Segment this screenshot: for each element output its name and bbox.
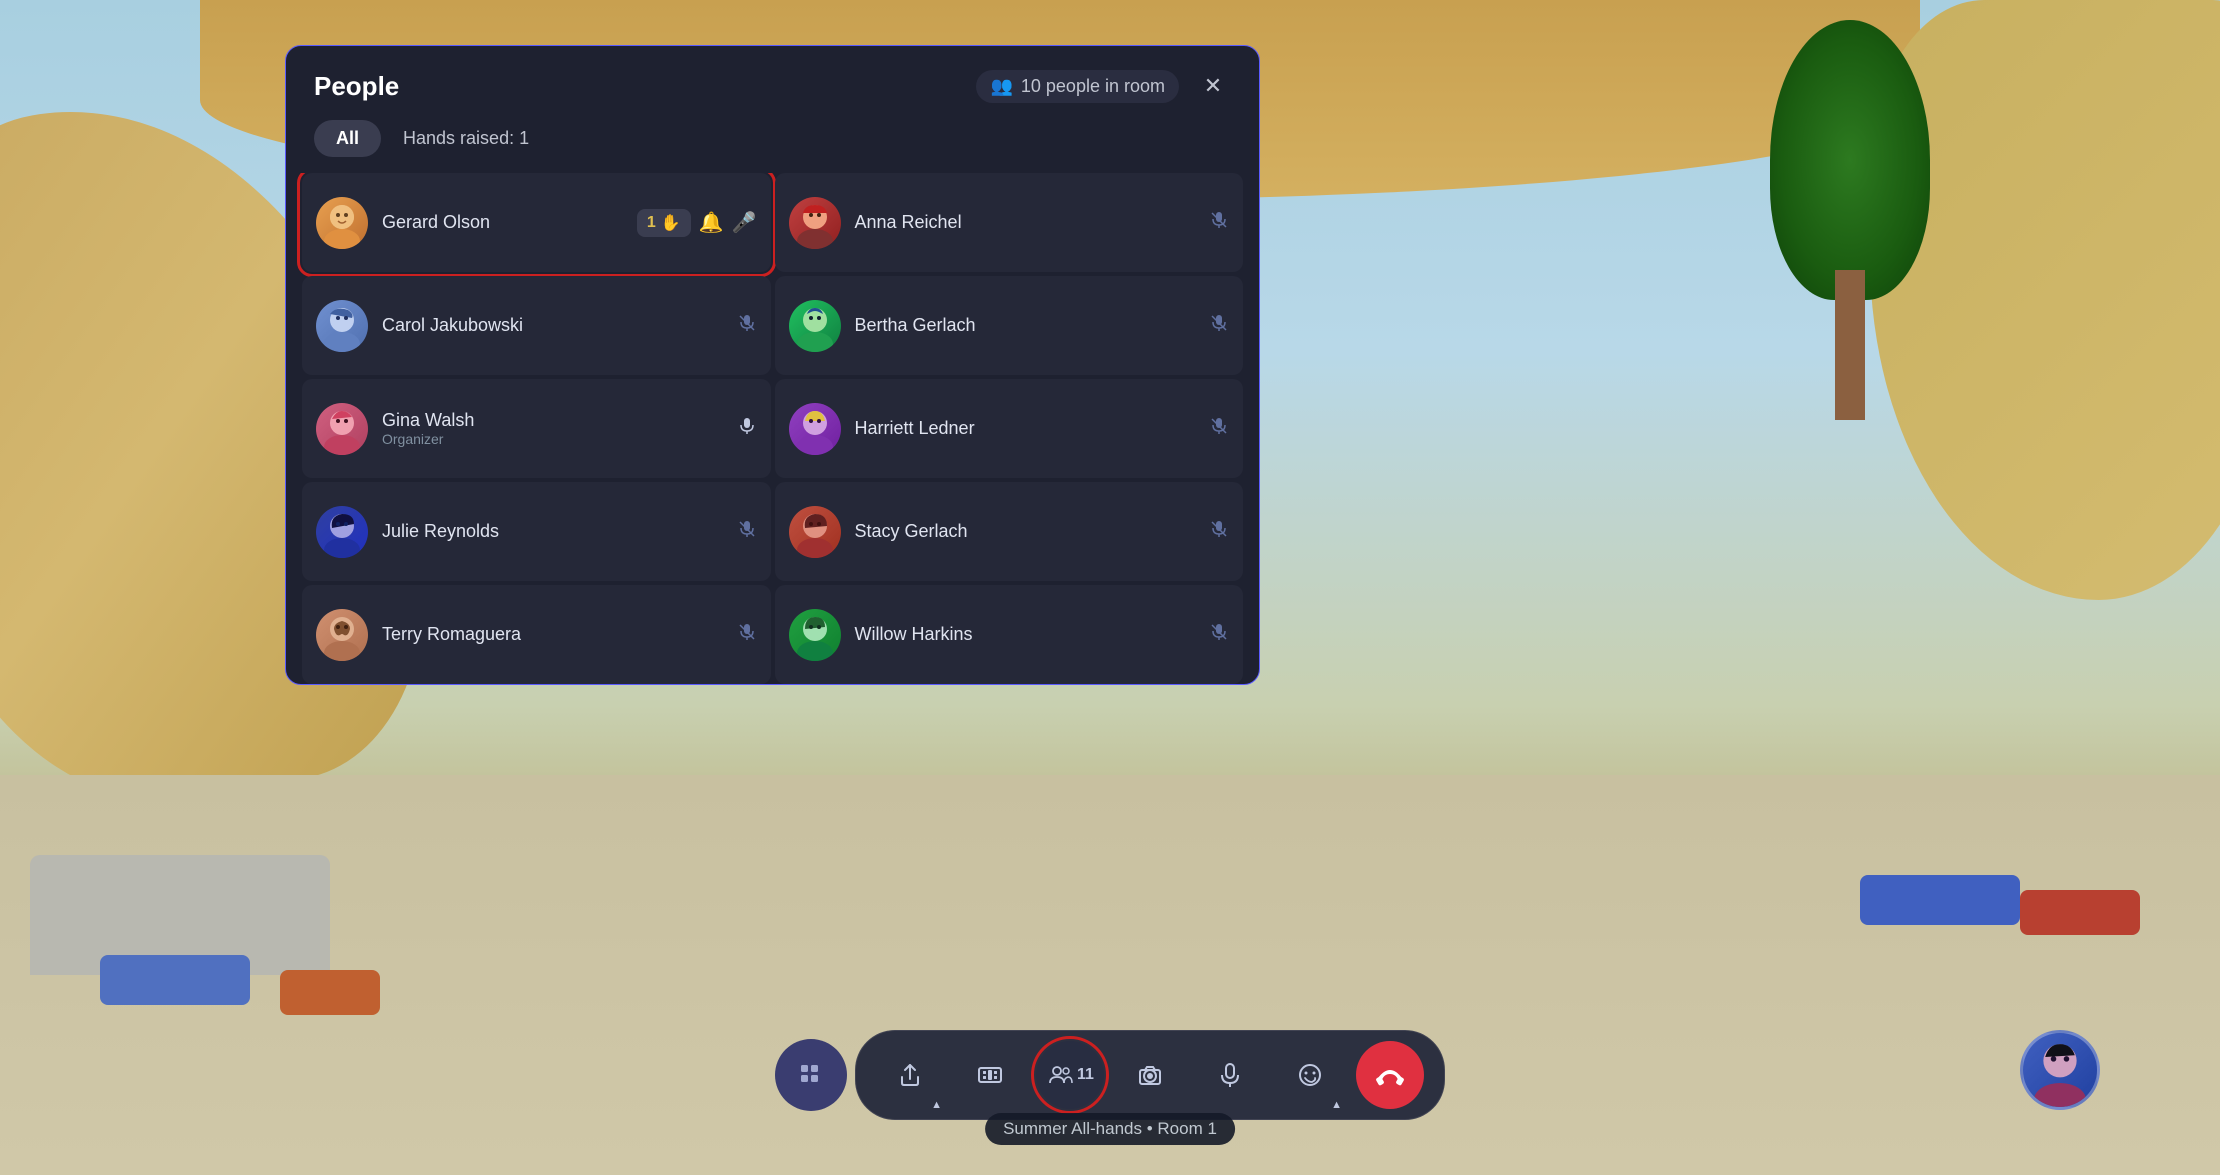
emoji-button[interactable]: ▲ <box>1276 1041 1344 1109</box>
hand-raised-badge: 1 ✋ <box>637 209 691 237</box>
panel-title: People <box>314 71 399 102</box>
mic-muted-anna <box>1209 210 1229 236</box>
person-info-gerard: Gerard Olson <box>382 212 623 233</box>
user-avatar-button[interactable] <box>2020 1030 2100 1110</box>
person-actions-julie <box>737 519 757 545</box>
bg-right-cushion-blue <box>1860 875 2020 925</box>
people-panel: People 👥 10 people in room ✕ All Hands r… <box>285 45 1260 685</box>
mic-muted-harriett <box>1209 416 1229 442</box>
person-row-willow[interactable]: Willow Harkins <box>775 585 1244 684</box>
person-name-gerard: Gerard Olson <box>382 212 623 233</box>
filter-hands-button[interactable]: Hands raised: 1 <box>393 120 539 157</box>
person-name-carol: Carol Jakubowski <box>382 315 723 336</box>
person-name-willow: Willow Harkins <box>855 624 1196 645</box>
toolbar-pill: ▲ 11 <box>855 1030 1445 1120</box>
person-row-carol[interactable]: Carol Jakubowski <box>302 276 771 375</box>
person-row-stacy[interactable]: Stacy Gerlach <box>775 482 1244 581</box>
person-actions-bertha <box>1209 313 1229 339</box>
panel-header: People 👥 10 people in room ✕ <box>286 46 1259 120</box>
view-button[interactable] <box>956 1041 1024 1109</box>
avatar-stacy <box>789 506 841 558</box>
person-name-bertha: Bertha Gerlach <box>855 315 1196 336</box>
person-info-julie: Julie Reynolds <box>382 521 723 542</box>
filter-all-button[interactable]: All <box>314 120 381 157</box>
person-name-terry: Terry Romaguera <box>382 624 723 645</box>
end-call-button[interactable] <box>1356 1041 1424 1109</box>
camera-button[interactable] <box>1116 1041 1184 1109</box>
person-actions-stacy <box>1209 519 1229 545</box>
bg-tree <box>1760 20 1940 420</box>
close-button[interactable]: ✕ <box>1195 68 1231 104</box>
room-label: Summer All-hands • Room 1 <box>985 1113 1235 1145</box>
person-name-gina: Gina Walsh <box>382 410 723 431</box>
person-info-bertha: Bertha Gerlach <box>855 315 1196 336</box>
bg-cushion-orange <box>280 970 380 1015</box>
people-count-badge: 👥 10 people in room <box>976 70 1179 103</box>
person-info-anna: Anna Reichel <box>855 212 1196 233</box>
person-name-harriett: Harriett Ledner <box>855 418 1196 439</box>
person-row-anna[interactable]: Anna Reichel <box>775 173 1244 272</box>
bg-right-cushion-red <box>2020 890 2140 935</box>
people-count-label: 10 people in room <box>1021 76 1165 97</box>
mic-muted-willow <box>1209 622 1229 648</box>
mic-icon-gina <box>737 416 757 442</box>
bg-cushion-blue <box>100 955 250 1005</box>
mic-muted-carol <box>737 313 757 339</box>
hand-count: 1 <box>647 214 656 232</box>
avatar-terry <box>316 609 368 661</box>
mic-muted-bertha <box>1209 313 1229 339</box>
person-info-harriett: Harriett Ledner <box>855 418 1196 439</box>
person-actions-harriett <box>1209 416 1229 442</box>
person-row-julie[interactable]: Julie Reynolds <box>302 482 771 581</box>
person-actions-gerard: 1 ✋ 🔔 🎤 <box>637 209 757 237</box>
people-count-icon: 👥 <box>990 76 1012 97</box>
panel-header-right: 👥 10 people in room ✕ <box>976 68 1231 104</box>
mic-icon-gerard: 🎤 <box>732 210 757 235</box>
mic-button[interactable] <box>1196 1041 1264 1109</box>
person-info-willow: Willow Harkins <box>855 624 1196 645</box>
person-name-stacy: Stacy Gerlach <box>855 521 1196 542</box>
mic-muted-stacy <box>1209 519 1229 545</box>
person-info-carol: Carol Jakubowski <box>382 315 723 336</box>
hand-emoji-icon: ✋ <box>661 213 681 233</box>
avatar-julie <box>316 506 368 558</box>
person-row-gina[interactable]: Gina Walsh Organizer <box>302 379 771 478</box>
person-info-gina: Gina Walsh Organizer <box>382 410 723 447</box>
toolbar: ▲ 11 <box>775 1030 1445 1120</box>
person-name-julie: Julie Reynolds <box>382 521 723 542</box>
avatar-harriett <box>789 403 841 455</box>
person-actions-willow <box>1209 622 1229 648</box>
person-name-anna: Anna Reichel <box>855 212 1196 233</box>
share-button[interactable]: ▲ <box>876 1041 944 1109</box>
person-row-bertha[interactable]: Bertha Gerlach <box>775 276 1244 375</box>
grid-button[interactable] <box>775 1039 847 1111</box>
avatar-carol <box>316 300 368 352</box>
mic-muted-julie <box>737 519 757 545</box>
person-info-stacy: Stacy Gerlach <box>855 521 1196 542</box>
avatar-gina <box>316 403 368 455</box>
person-row-harriett[interactable]: Harriett Ledner <box>775 379 1244 478</box>
person-actions-anna <box>1209 210 1229 236</box>
person-info-terry: Terry Romaguera <box>382 624 723 645</box>
people-button[interactable]: 11 <box>1036 1041 1104 1109</box>
avatar-willow <box>789 609 841 661</box>
person-actions-carol <box>737 313 757 339</box>
person-row-gerard[interactable]: Gerard Olson 1 ✋ 🔔 🎤 <box>302 173 771 272</box>
avatar-gerard <box>316 197 368 249</box>
people-count-toolbar: 11 <box>1077 1066 1094 1084</box>
person-actions-gina <box>737 416 757 442</box>
avatar-bertha <box>789 300 841 352</box>
bell-icon: 🔔 <box>699 210 724 235</box>
person-row-terry[interactable]: Terry Romaguera <box>302 585 771 684</box>
mic-muted-terry <box>737 622 757 648</box>
filter-row: All Hands raised: 1 <box>286 120 1259 173</box>
person-actions-terry <box>737 622 757 648</box>
avatar-anna <box>789 197 841 249</box>
people-grid: Gerard Olson 1 ✋ 🔔 🎤 <box>286 173 1259 684</box>
person-role-gina: Organizer <box>382 431 723 447</box>
